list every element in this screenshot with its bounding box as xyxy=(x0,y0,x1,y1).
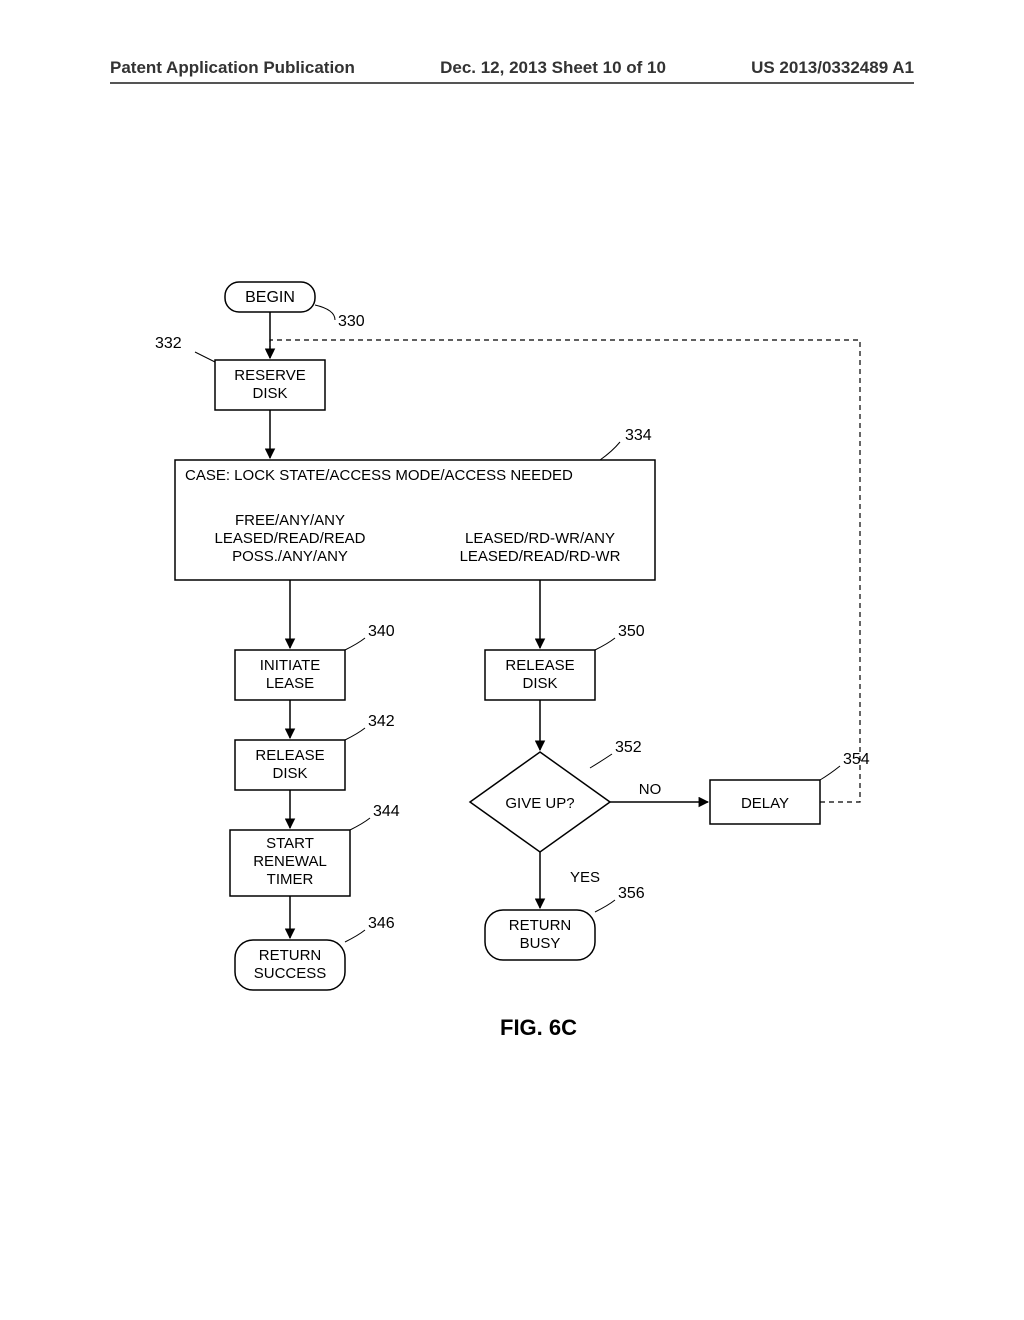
svg-text:RELEASE: RELEASE xyxy=(255,747,324,764)
ref-332: 332 xyxy=(155,335,182,352)
node-reserve-disk: RESERVE DISK xyxy=(215,360,325,410)
svg-text:TIMER: TIMER xyxy=(267,871,314,888)
node-release-disk-right: RELEASE DISK xyxy=(485,650,595,700)
node-initiate-lease: INITIATE LEASE xyxy=(235,650,345,700)
figure-caption: FIG. 6C xyxy=(500,1015,577,1040)
svg-text:POSS./ANY/ANY: POSS./ANY/ANY xyxy=(232,548,348,565)
svg-text:RENEWAL: RENEWAL xyxy=(253,853,327,870)
svg-text:LEASED/RD-WR/ANY: LEASED/RD-WR/ANY xyxy=(465,530,615,547)
edge-no: NO xyxy=(639,781,662,798)
flowchart: BEGIN 330 RESERVE DISK 332 CASE: LOCK ST… xyxy=(120,280,920,1110)
ref-340: 340 xyxy=(368,623,395,640)
node-return-success: RETURN SUCCESS xyxy=(235,940,345,990)
ref-330: 330 xyxy=(338,313,365,330)
svg-text:START: START xyxy=(266,835,314,852)
svg-text:LEASED/READ/RD-WR: LEASED/READ/RD-WR xyxy=(460,548,621,565)
node-delay: DELAY xyxy=(710,780,820,824)
header-mid: Dec. 12, 2013 Sheet 10 of 10 xyxy=(440,58,666,78)
svg-text:RESERVE: RESERVE xyxy=(234,367,305,384)
page-header: Patent Application Publication Dec. 12, … xyxy=(110,58,914,78)
ref-344: 344 xyxy=(373,803,400,820)
svg-text:RETURN: RETURN xyxy=(509,917,572,934)
node-return-busy: RETURN BUSY xyxy=(485,910,595,960)
svg-text:DISK: DISK xyxy=(252,385,287,402)
svg-text:LEASE: LEASE xyxy=(266,675,314,692)
svg-text:DISK: DISK xyxy=(522,675,557,692)
svg-text:SUCCESS: SUCCESS xyxy=(254,965,327,982)
header-left: Patent Application Publication xyxy=(110,58,355,78)
svg-text:RETURN: RETURN xyxy=(259,947,322,964)
svg-text:INITIATE: INITIATE xyxy=(260,657,321,674)
page: Patent Application Publication Dec. 12, … xyxy=(0,0,1024,1320)
node-release-disk-left: RELEASE DISK xyxy=(235,740,345,790)
ref-352: 352 xyxy=(615,739,642,756)
node-case: CASE: LOCK STATE/ACCESS MODE/ACCESS NEED… xyxy=(175,460,655,580)
ref-346: 346 xyxy=(368,915,395,932)
svg-text:LEASED/READ/READ: LEASED/READ/READ xyxy=(215,530,366,547)
ref-350: 350 xyxy=(618,623,645,640)
header-right: US 2013/0332489 A1 xyxy=(751,58,914,78)
svg-text:BUSY: BUSY xyxy=(520,935,561,952)
ref-354: 354 xyxy=(843,751,870,768)
svg-text:CASE: LOCK STATE/ACCESS MODE/A: CASE: LOCK STATE/ACCESS MODE/ACCESS NEED… xyxy=(185,467,573,484)
header-rule xyxy=(110,82,914,84)
node-give-up: GIVE UP? xyxy=(470,752,610,852)
ref-334: 334 xyxy=(625,427,652,444)
svg-text:GIVE UP?: GIVE UP? xyxy=(505,795,574,812)
node-begin: BEGIN xyxy=(225,282,315,312)
node-start-renewal-timer: START RENEWAL TIMER xyxy=(230,830,350,896)
svg-text:DELAY: DELAY xyxy=(741,795,789,812)
ref-342: 342 xyxy=(368,713,395,730)
edge-yes: YES xyxy=(570,869,600,886)
svg-text:FREE/ANY/ANY: FREE/ANY/ANY xyxy=(235,512,345,529)
begin-text: BEGIN xyxy=(245,289,295,306)
svg-text:DISK: DISK xyxy=(272,765,307,782)
svg-text:RELEASE: RELEASE xyxy=(505,657,574,674)
ref-356: 356 xyxy=(618,885,645,902)
